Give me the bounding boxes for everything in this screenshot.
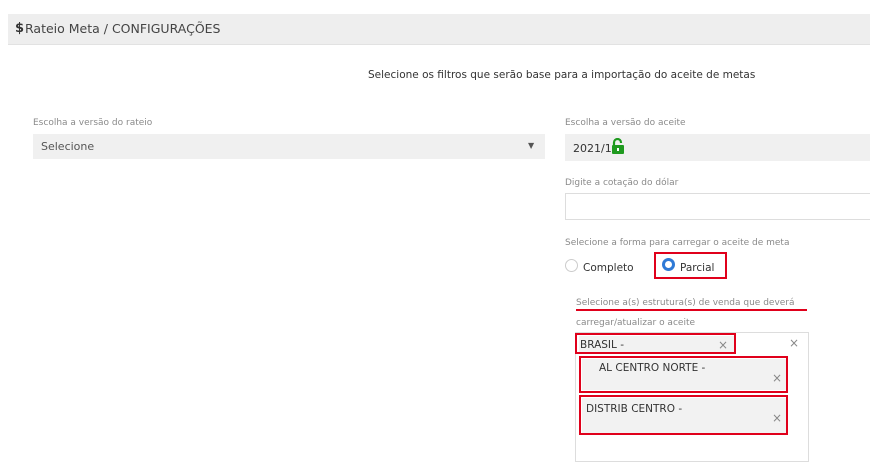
radio-completo[interactable] bbox=[565, 259, 578, 272]
clear-all-icon[interactable]: × bbox=[789, 336, 799, 350]
dolar-input[interactable] bbox=[565, 193, 870, 220]
highlight-al-centro-norte bbox=[579, 356, 788, 393]
lock-open-icon bbox=[612, 138, 624, 154]
breadcrumb-title: Rateio Meta / CONFIGURAÇÕES bbox=[25, 21, 221, 36]
page-header: $ Rateio Meta / CONFIGURAÇÕES bbox=[8, 14, 870, 45]
dollar-icon: $ bbox=[15, 21, 25, 36]
chevron-down-icon[interactable]: ▼ bbox=[528, 141, 534, 150]
rateio-label: Escolha a versão do rateio bbox=[33, 118, 153, 128]
estrutura-label-line1: Selecione a(s) estrutura(s) de venda que… bbox=[576, 298, 795, 308]
highlight-underline bbox=[576, 309, 807, 311]
estrutura-label-line2: carregar/atualizar o aceite bbox=[576, 318, 696, 328]
aceite-field[interactable]: 2021/1 bbox=[565, 134, 870, 161]
radio-completo-label: Completo bbox=[583, 262, 634, 274]
forma-label: Selecione a forma para carregar o aceite… bbox=[565, 238, 790, 248]
radio-parcial-label: Parcial bbox=[680, 262, 715, 274]
aceite-value: 2021/1 bbox=[573, 142, 612, 155]
dolar-label: Digite a cotação do dólar bbox=[565, 178, 679, 188]
radio-parcial[interactable] bbox=[662, 258, 675, 271]
rateio-select-value: Selecione bbox=[41, 140, 95, 153]
aceite-label: Escolha a versão do aceite bbox=[565, 118, 686, 128]
highlight-brasil bbox=[575, 333, 736, 354]
highlight-distrib-centro bbox=[579, 395, 788, 435]
rateio-select[interactable]: Selecione ▼ bbox=[33, 134, 545, 159]
page-subtitle: Selecione os filtros que serão base para… bbox=[368, 69, 756, 81]
